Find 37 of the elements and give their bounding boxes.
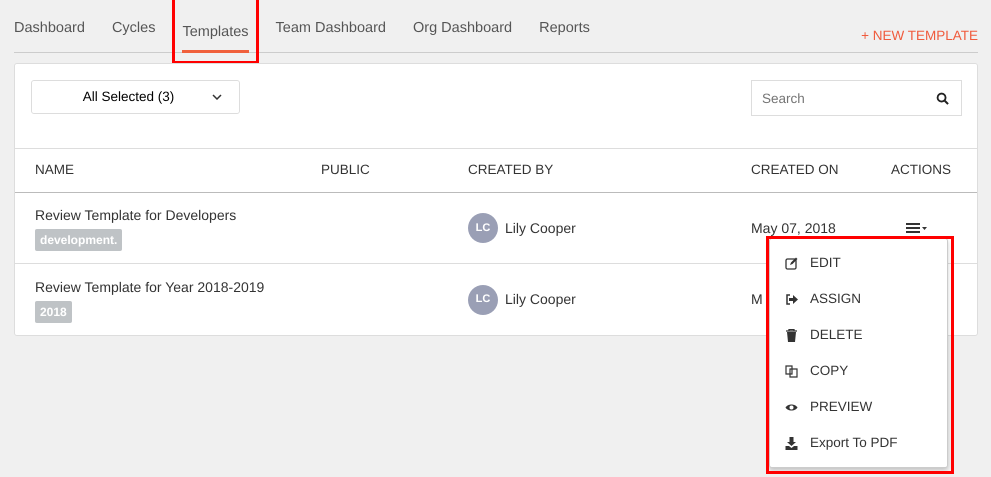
download-icon [785, 436, 798, 450]
nav-tab[interactable]: Org Dashboard [412, 18, 512, 52]
filter-dropdown[interactable]: All Selected (3) [31, 80, 240, 114]
edit-icon [785, 256, 798, 270]
tag-label: 2018 [35, 300, 72, 322]
column-header: PUBLIC [321, 161, 371, 180]
trash-icon [785, 328, 798, 342]
nav-tab[interactable]: Templates [182, 22, 249, 53]
avatar: LC [468, 213, 498, 243]
menu-item[interactable]: DELETE [770, 317, 947, 353]
nav-tab[interactable]: Dashboard [14, 18, 85, 52]
sign-out-icon [785, 292, 798, 306]
copy-icon [785, 364, 798, 378]
template-name: Review Template for Developers [35, 206, 238, 225]
menu-item[interactable]: COPY [770, 353, 947, 389]
creator-name: Lily Cooper [505, 218, 576, 238]
avatar: LC [468, 284, 498, 314]
tag-label: development. [35, 229, 122, 251]
template-name: Review Template for Year 2018-2019 [35, 278, 266, 297]
menu-item[interactable]: EDIT [770, 245, 947, 281]
nav-tab[interactable]: Reports [539, 18, 590, 52]
creator-name: Lily Cooper [505, 290, 576, 309]
menu-item[interactable]: ASSIGN [770, 281, 947, 317]
nav-tab[interactable]: Team Dashboard [276, 18, 386, 52]
created-date: May 07, 2018 [751, 220, 836, 236]
menu-item[interactable]: Export To PDF [770, 425, 947, 461]
column-header: CREATED BY [468, 161, 554, 180]
created-date: M [751, 291, 763, 307]
menu-item[interactable]: PREVIEW [770, 389, 947, 425]
column-header: CREATED ON [751, 161, 840, 180]
column-header: NAME [35, 161, 76, 180]
search-field[interactable]: Search [751, 80, 962, 116]
nav-tab[interactable]: Cycles [112, 18, 156, 52]
chevron-down-icon [212, 94, 222, 100]
column-header: ACTIONS [891, 161, 952, 180]
search-icon [936, 92, 949, 105]
actions-menu-button[interactable] [906, 222, 927, 232]
